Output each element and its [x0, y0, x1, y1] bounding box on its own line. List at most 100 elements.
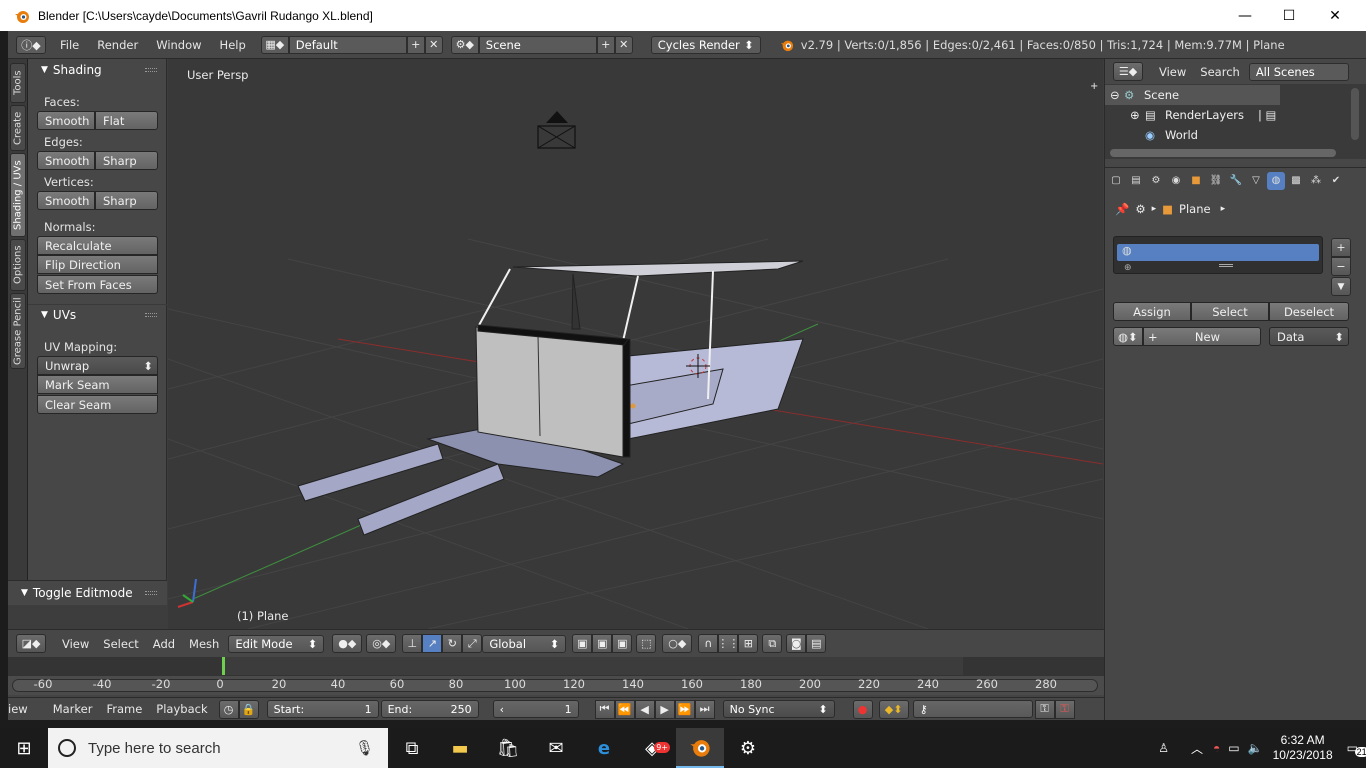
outliner-display-mode[interactable]: All Scenes: [1248, 62, 1349, 81]
deselect-button[interactable]: Deselect: [1269, 302, 1349, 321]
snap-toggle-icon[interactable]: ∩: [698, 634, 719, 653]
app-icon[interactable]: ◈ 9+: [628, 728, 676, 768]
mode-select[interactable]: Edit Mode ⬍: [228, 634, 325, 653]
insert-keyframe-icon[interactable]: ⚿: [1034, 699, 1055, 719]
scene-tab-icon[interactable]: ⚙: [1147, 172, 1165, 190]
limit-selection-icon[interactable]: ⬚: [636, 634, 657, 653]
jump-keyframe-next-icon[interactable]: ⏩: [674, 699, 695, 719]
add-region-icon[interactable]: +: [1090, 81, 1098, 92]
store-icon[interactable]: 🛍: [484, 728, 532, 768]
modifiers-tab-icon[interactable]: 🔧: [1227, 172, 1245, 190]
jump-start-icon[interactable]: ⏮: [594, 699, 615, 719]
security-icon[interactable]: ◓: [1213, 741, 1220, 755]
outliner-row-renderlayers[interactable]: ⊕ ▤ RenderLayers | ▤: [1105, 105, 1345, 125]
tab-create[interactable]: Create: [10, 105, 26, 151]
faces-flat-button[interactable]: Flat: [95, 111, 158, 130]
unwrap-menu-button[interactable]: Unwrap ⬍: [37, 356, 158, 375]
flip-direction-button[interactable]: Flip Direction: [37, 255, 158, 274]
editor-type-3d-icon[interactable]: ◪◆: [16, 634, 46, 653]
play-reverse-icon[interactable]: ◀: [634, 699, 655, 719]
rotate-manipulator-icon[interactable]: ↻: [442, 634, 463, 653]
mark-seam-button[interactable]: Mark Seam: [37, 375, 158, 394]
recalculate-button[interactable]: Recalculate: [37, 236, 158, 255]
menu-select[interactable]: Select: [103, 637, 138, 651]
screen-layout-field[interactable]: Default: [288, 35, 407, 54]
layer-3-icon[interactable]: ▣: [612, 634, 633, 653]
drag-grip-icon[interactable]: [145, 68, 157, 72]
drag-grip-icon[interactable]: [145, 591, 157, 595]
screen-layout-icon[interactable]: ▦◆: [260, 35, 289, 54]
copy-paste-icon[interactable]: ⧉: [762, 634, 783, 653]
taskbar-search[interactable]: Type here to search 🎙: [48, 728, 388, 768]
outliner-menu-view[interactable]: View: [1159, 65, 1186, 79]
close-button[interactable]: ✕: [1312, 0, 1358, 31]
clear-seam-button[interactable]: Clear Seam: [37, 395, 158, 414]
assign-button[interactable]: Assign: [1113, 302, 1191, 321]
file-explorer-icon[interactable]: ▬: [436, 728, 484, 768]
vertices-smooth-button[interactable]: Smooth: [37, 191, 95, 210]
notifications-icon[interactable]: ▭ 21: [1347, 741, 1366, 757]
toggle-editmode-panel[interactable]: ▼ Toggle Editmode: [8, 580, 167, 605]
end-frame-field[interactable]: End: 250: [380, 700, 479, 718]
menu-view[interactable]: iew: [8, 702, 28, 716]
outliner-hscrollbar[interactable]: [1110, 149, 1336, 157]
people-icon[interactable]: ♙: [1158, 741, 1169, 755]
snap-element-icon[interactable]: ⋮⋮: [717, 634, 739, 653]
minimize-button[interactable]: —: [1222, 0, 1268, 31]
menu-mesh[interactable]: Mesh: [189, 637, 219, 651]
expand-icon[interactable]: ⊕: [1130, 108, 1145, 122]
outliner-row-scene[interactable]: ⊖ ⚙ Scene: [1105, 85, 1280, 105]
transform-orientation-select[interactable]: Global ⬍: [482, 634, 567, 653]
collapse-icon[interactable]: ⊖: [1110, 88, 1124, 102]
blender-taskbar-icon[interactable]: [676, 728, 724, 768]
start-frame-field[interactable]: Start: 1: [266, 700, 379, 718]
jump-end-icon[interactable]: ⏭: [694, 699, 715, 719]
microphone-icon[interactable]: 🎙: [355, 739, 374, 757]
constraints-tab-icon[interactable]: ⛓: [1207, 172, 1225, 190]
texture-tab-icon[interactable]: ▩: [1287, 172, 1305, 190]
play-icon[interactable]: ▶: [654, 699, 675, 719]
material-slot-list[interactable]: ◍ ⊕: [1113, 236, 1323, 274]
lock-icon[interactable]: 🔒: [238, 699, 259, 719]
render-tab-icon[interactable]: ▢: [1107, 172, 1125, 190]
uvs-panel-header[interactable]: ▼ UVs: [28, 304, 167, 324]
world-tab-icon[interactable]: ◉: [1167, 172, 1185, 190]
physics-tab-icon[interactable]: ✔: [1327, 172, 1345, 190]
manipulator-toggle-icon[interactable]: ⊥: [402, 634, 423, 653]
menu-marker[interactable]: Marker: [53, 702, 93, 716]
settings-gear-icon[interactable]: ⚙: [724, 728, 772, 768]
material-slot-selected[interactable]: ◍: [1117, 244, 1319, 261]
menu-window[interactable]: Window: [156, 38, 201, 52]
current-frame-field[interactable]: ‹ 1: [492, 700, 579, 718]
particles-tab-icon[interactable]: ⁂: [1307, 172, 1325, 190]
material-browse-icon[interactable]: ◍⬍: [1113, 327, 1143, 346]
list-grip-icon[interactable]: [1219, 264, 1233, 267]
menu-playback[interactable]: Playback: [156, 702, 207, 716]
3d-viewport[interactable]: User Persp (1) Plane +: [168, 59, 1103, 629]
keying-set-field[interactable]: ⚷: [912, 700, 1033, 718]
menu-view[interactable]: View: [62, 637, 89, 651]
edges-smooth-button[interactable]: Smooth: [37, 151, 95, 170]
faces-smooth-button[interactable]: Smooth: [37, 111, 95, 130]
sync-mode-select[interactable]: No Sync ⬍: [722, 700, 835, 718]
pin-icon[interactable]: 📌: [1115, 202, 1129, 216]
record-icon[interactable]: ●: [852, 699, 873, 719]
timeline[interactable]: -60 -40 -20 0 20 40 60 80 100 120 140 160 180 200 220 2…: [8, 657, 1104, 697]
render-engine-select[interactable]: Cycles Render ⬍: [650, 35, 761, 54]
editor-type-info-icon[interactable]: ⓘ◆: [16, 35, 46, 54]
task-view-icon[interactable]: ⧉: [388, 728, 436, 768]
add-slot-icon[interactable]: +: [1331, 238, 1351, 257]
new-material-button[interactable]: + New: [1143, 327, 1261, 346]
set-from-faces-button[interactable]: Set From Faces: [37, 275, 158, 294]
remove-scene-icon[interactable]: ✕: [614, 35, 633, 54]
edges-sharp-button[interactable]: Sharp: [95, 151, 158, 170]
layer-1-icon[interactable]: ▣: [572, 634, 593, 653]
add-scene-icon[interactable]: +: [596, 35, 615, 54]
data-tab-icon[interactable]: ▽: [1247, 172, 1265, 190]
menu-add[interactable]: Add: [153, 637, 175, 651]
material-tab-icon[interactable]: ◍: [1267, 171, 1285, 190]
editor-type-outliner-icon[interactable]: ☰◆: [1113, 62, 1143, 81]
tab-grease-pencil[interactable]: Grease Pencil: [10, 293, 26, 369]
pivot-point-icon[interactable]: ◎◆: [366, 634, 397, 653]
outliner-vscrollbar[interactable]: [1351, 88, 1359, 140]
